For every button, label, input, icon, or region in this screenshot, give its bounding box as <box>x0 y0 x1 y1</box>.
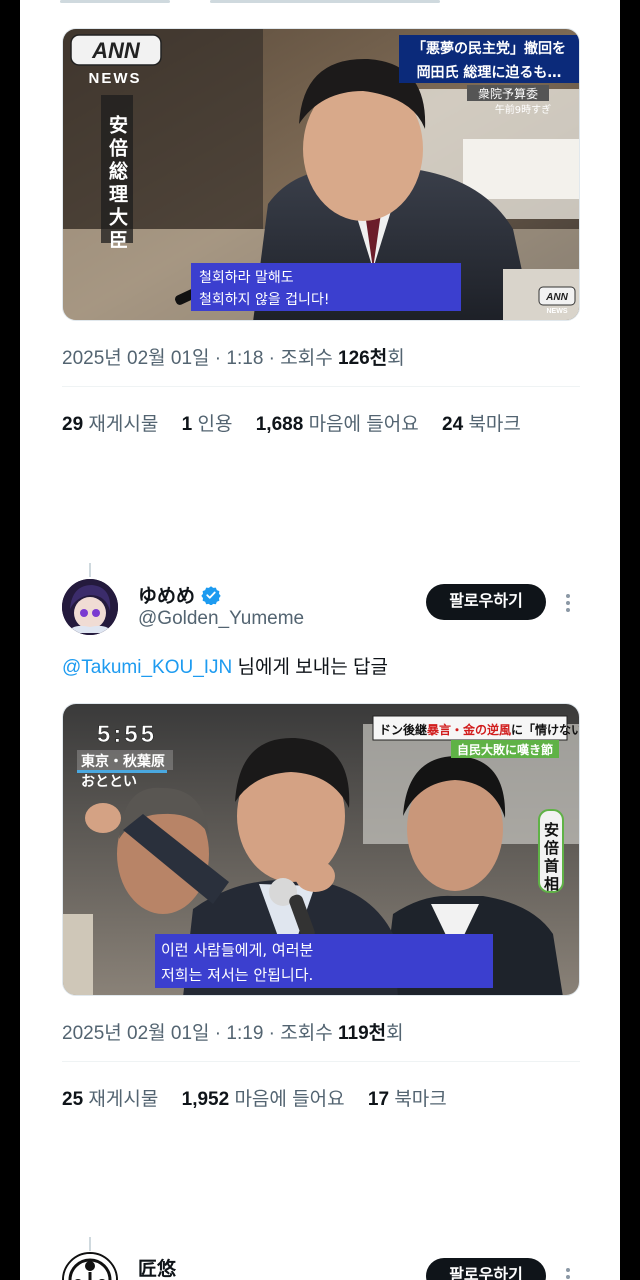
clock-overlay: 5:55 <box>97 721 157 748</box>
thread-connector <box>89 1237 91 1251</box>
follow-button[interactable]: 팔로우하기 <box>426 584 546 620</box>
verified-badge-icon <box>201 586 221 605</box>
tweet-stats-2: 25 재게시물 1,952 마음에 들어요 17 북마크 <box>62 1084 465 1111</box>
thread-connector <box>89 563 91 577</box>
view-count-2: 119천 <box>338 1023 387 1044</box>
divider <box>62 386 580 387</box>
display-name-takumi[interactable]: 匠悠 <box>138 1254 176 1280</box>
headline-1c: 衆院予算委 <box>478 86 538 101</box>
bookmark-count-2[interactable]: 17 북마크 <box>368 1089 447 1110</box>
vertical-caption-2: 安倍首相 <box>542 821 560 894</box>
view-count-1: 126천 <box>338 348 388 369</box>
subtitle-2b: 저희는 져서는 안됩니다. <box>161 966 313 984</box>
reply-to-link[interactable]: @Takumi_KOU_IJN <box>62 657 232 678</box>
more-options-icon[interactable] <box>562 592 574 612</box>
headline-2b: 自民大敗に嘆き節 <box>457 742 553 757</box>
quote-count-1[interactable]: 1 인용 <box>182 414 233 435</box>
bookmark-count-1[interactable]: 24 북마크 <box>442 414 521 435</box>
more-options-icon[interactable] <box>562 1266 574 1280</box>
tweet-timestamp-2[interactable]: 2025년 02월 01일 · 1:19 · 조회수 119천회 <box>62 1018 404 1045</box>
divider <box>62 1061 580 1062</box>
like-count-1[interactable]: 1,688 마음에 들어요 <box>256 414 419 435</box>
clipped-previous-content <box>60 0 500 6</box>
tweet-image-1[interactable]: ANN NEWS 安倍総理大臣 「悪夢の民主党」撤回を 岡田氏 総理に迫るも… … <box>62 28 580 321</box>
retweet-count-1[interactable]: 29 재게시물 <box>62 414 158 435</box>
subtitle-1b: 철회하지 않을 겁니다! <box>199 292 329 308</box>
retweet-count-2[interactable]: 25 재게시물 <box>62 1089 158 1110</box>
tweet-image-2[interactable]: 5:55 東京・秋葉原 おととい ドン後継暴言・金の逆風に「情けない」 自民大敗… <box>62 703 580 996</box>
replying-to: @Takumi_KOU_IJN 님에게 보내는 답글 <box>62 657 388 678</box>
tweet-timestamp-1[interactable]: 2025년 02월 01일 · 1:18 · 조회수 126천회 <box>62 343 405 370</box>
ann-news-label: NEWS <box>89 70 142 87</box>
location-caption-1: 東京・秋葉原 <box>81 753 165 770</box>
avatar-yumeme[interactable] <box>62 579 118 635</box>
follow-button[interactable]: 팔로우하기 <box>426 1258 546 1280</box>
corner-logo-sub: NEWS <box>547 308 568 315</box>
headline-1a: 「悪夢の民主党」撤回を <box>412 40 566 57</box>
subtitle-1a: 철회하라 말해도 <box>199 270 294 286</box>
ann-logo: ANN <box>91 38 141 63</box>
subtitle-2a: 이런 사람들에게, 여러분 <box>161 941 314 959</box>
avatar-takumi[interactable] <box>62 1252 118 1280</box>
headline-1d: 午前9時すぎ <box>495 103 551 116</box>
news-frame-2: 5:55 東京・秋葉原 おととい ドン後継暴言・金の逆風に「情けない」 自民大敗… <box>63 704 580 995</box>
vertical-caption-1: 安倍総理大臣 <box>106 114 128 253</box>
phone-screen: ANN NEWS 安倍総理大臣 「悪夢の民主党」撤回を 岡田氏 総理に迫るも… … <box>20 0 620 1280</box>
headline-2a: ドン後継暴言・金の逆風に「情けない」 <box>379 722 580 737</box>
corner-logo: ANN <box>545 292 568 303</box>
display-name-yumeme[interactable]: ゆめめ <box>138 581 221 608</box>
tweet-stats-1: 29 재게시물 1 인용 1,688 마음에 들어요 24 북마크 <box>62 409 539 436</box>
news-frame-1: ANN NEWS 安倍総理大臣 「悪夢の民主党」撤回を 岡田氏 総理に迫るも… … <box>63 29 579 320</box>
location-caption-2: おととい <box>81 774 137 790</box>
like-count-2[interactable]: 1,952 마음에 들어요 <box>182 1089 345 1110</box>
headline-1b: 岡田氏 総理に迫るも… <box>417 64 562 81</box>
handle-yumeme[interactable]: @Golden_Yumeme <box>138 608 304 630</box>
